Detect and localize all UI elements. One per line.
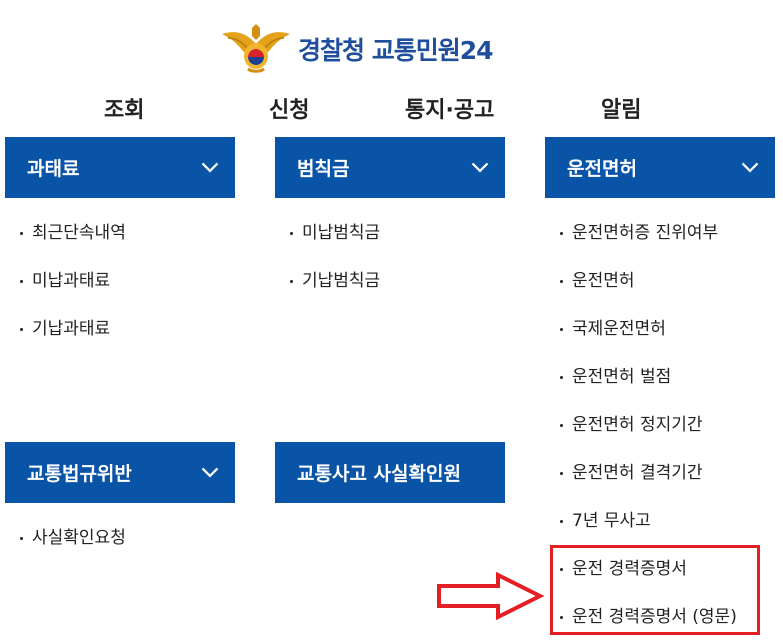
violation-menu-list: 사실확인요청 [5,514,126,562]
category-title: 교통사고 사실확인원 [297,463,461,485]
site-logo[interactable]: 경찰청 교통민원24 [220,24,494,74]
menu-item-license-disqualification[interactable]: 운전면허 결격기간 [545,449,737,497]
category-accident-cert[interactable]: 교통사고 사실확인원 [275,442,505,503]
penalty-menu-list: 미납범칙금 기납범칙금 [275,209,380,305]
category-license[interactable]: 운전면허 [545,137,775,198]
highlight-box [550,545,760,635]
police-emblem-icon [222,24,290,73]
category-fine[interactable]: 과태료 [5,137,235,198]
chevron-down-icon [201,162,219,173]
category-penalty[interactable]: 범칙금 [275,137,505,198]
menu-item-unpaid-penalty[interactable]: 미납범칙금 [275,209,380,257]
tab-inquiry[interactable]: 조회 [104,92,144,124]
category-title: 교통법규위반 [27,463,132,485]
tab-notice[interactable]: 통지·공고 [405,92,494,124]
fine-menu-list: 최근단속내역 미납과태료 기납과태료 [5,209,126,353]
tab-apply[interactable]: 신청 [269,92,309,124]
category-title: 과태료 [27,158,80,180]
tab-alert[interactable]: 알림 [601,92,641,124]
menu-item-intl-license[interactable]: 국제운전면허 [545,305,737,353]
menu-item-seven-year-safe[interactable]: 7년 무사고 [545,497,737,545]
category-violation[interactable]: 교통법규위반 [5,442,235,503]
menu-item-license[interactable]: 운전면허 [545,257,737,305]
menu-item-paid-penalty[interactable]: 기납범칙금 [275,257,380,305]
chevron-down-icon [741,162,759,173]
menu-item-paid-fine[interactable]: 기납과태료 [5,305,126,353]
chevron-down-icon [201,467,219,478]
category-title: 범칙금 [297,158,350,180]
menu-item-license-suspension[interactable]: 운전면허 정지기간 [545,401,737,449]
site-title: 경찰청 교통민원24 [298,36,494,65]
menu-item-fact-check-request[interactable]: 사실확인요청 [5,514,126,562]
right-arrow-icon [437,572,545,620]
menu-item-recent-enforcement[interactable]: 최근단속내역 [5,209,126,257]
menu-item-unpaid-fine[interactable]: 미납과태료 [5,257,126,305]
menu-item-license-verify[interactable]: 운전면허증 진위여부 [545,209,737,257]
chevron-down-icon [471,162,489,173]
menu-item-license-points[interactable]: 운전면허 벌점 [545,353,737,401]
category-title: 운전면허 [567,158,637,180]
